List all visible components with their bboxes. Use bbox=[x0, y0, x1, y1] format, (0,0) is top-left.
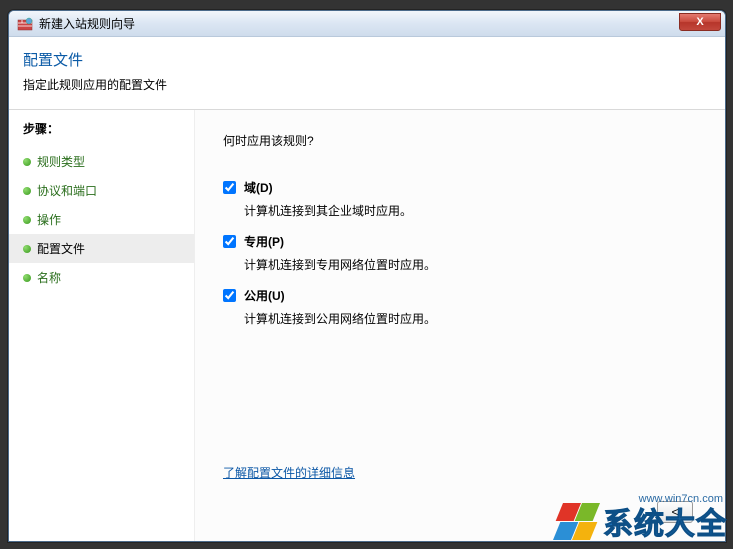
step-protocol-ports[interactable]: 协议和端口 bbox=[9, 176, 194, 205]
option-public: 公用(U) bbox=[223, 287, 697, 304]
bullet-icon bbox=[23, 216, 31, 224]
footer-buttons: < bbox=[223, 501, 697, 531]
page-subtitle: 指定此规则应用的配置文件 bbox=[23, 76, 711, 93]
learn-more-link[interactable]: 了解配置文件的详细信息 bbox=[223, 464, 697, 481]
page-title: 配置文件 bbox=[23, 49, 711, 70]
step-action[interactable]: 操作 bbox=[9, 205, 194, 234]
window-title: 新建入站规则向导 bbox=[39, 15, 135, 32]
content-panel: 何时应用该规则? 域(D) 计算机连接到其企业域时应用。 专用(P) 计算机连接… bbox=[194, 110, 725, 541]
domain-checkbox[interactable] bbox=[223, 181, 236, 194]
step-profile[interactable]: 配置文件 bbox=[9, 234, 194, 263]
bullet-icon bbox=[23, 158, 31, 166]
step-name[interactable]: 名称 bbox=[9, 263, 194, 292]
step-label: 规则类型 bbox=[37, 153, 85, 170]
step-label: 名称 bbox=[37, 269, 61, 286]
step-label: 配置文件 bbox=[37, 240, 85, 257]
private-label: 专用(P) bbox=[244, 233, 284, 250]
spacer bbox=[223, 341, 697, 464]
bullet-icon bbox=[23, 187, 31, 195]
option-private: 专用(P) bbox=[223, 233, 697, 250]
public-checkbox[interactable] bbox=[223, 289, 236, 302]
public-label: 公用(U) bbox=[244, 287, 285, 304]
step-label: 协议和端口 bbox=[37, 182, 97, 199]
firewall-icon bbox=[17, 16, 33, 32]
back-button[interactable]: < bbox=[657, 501, 693, 523]
steps-sidebar: 步骤： 规则类型 协议和端口 操作 配置文件 名称 bbox=[9, 110, 194, 541]
wizard-window: 新建入站规则向导 X 配置文件 指定此规则应用的配置文件 步骤： 规则类型 协议… bbox=[8, 10, 726, 542]
bullet-icon bbox=[23, 245, 31, 253]
step-rule-type[interactable]: 规则类型 bbox=[9, 147, 194, 176]
bullet-icon bbox=[23, 274, 31, 282]
step-label: 操作 bbox=[37, 211, 61, 228]
question-text: 何时应用该规则? bbox=[223, 132, 697, 149]
header-panel: 配置文件 指定此规则应用的配置文件 bbox=[9, 37, 725, 110]
close-icon: X bbox=[696, 16, 703, 28]
body-area: 步骤： 规则类型 协议和端口 操作 配置文件 名称 何 bbox=[9, 110, 725, 541]
domain-desc: 计算机连接到其企业域时应用。 bbox=[244, 202, 697, 219]
domain-label: 域(D) bbox=[244, 179, 273, 196]
close-button[interactable]: X bbox=[679, 13, 721, 31]
steps-heading: 步骤： bbox=[9, 120, 194, 147]
option-domain: 域(D) bbox=[223, 179, 697, 196]
private-desc: 计算机连接到专用网络位置时应用。 bbox=[244, 256, 697, 273]
private-checkbox[interactable] bbox=[223, 235, 236, 248]
titlebar: 新建入站规则向导 X bbox=[9, 11, 725, 37]
public-desc: 计算机连接到公用网络位置时应用。 bbox=[244, 310, 697, 327]
chevron-left-icon: < bbox=[671, 505, 678, 519]
